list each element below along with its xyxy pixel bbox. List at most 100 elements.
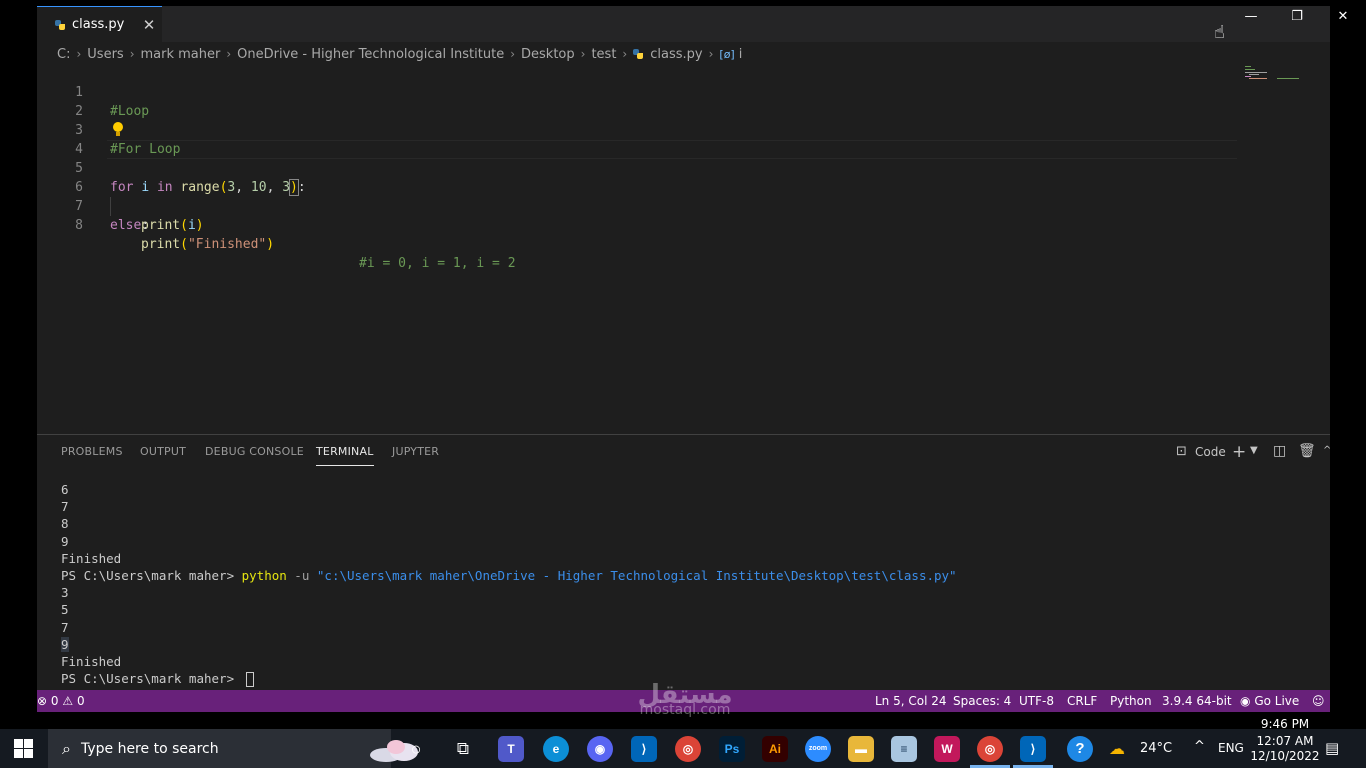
terminal-shell-label[interactable]: Code (1195, 445, 1226, 459)
terminal-line: 3 (61, 585, 69, 601)
close-button[interactable]: ✕ (1320, 6, 1366, 28)
comment: #i = 0, i = 1, i = 2 (359, 256, 516, 271)
clock[interactable]: 9:46 PM 12:07 AM 12/10/2022 (1250, 718, 1320, 763)
vscode-window: class.py ✕ C: › Users › mark maher › One… (37, 6, 1330, 712)
terminal-line: 5 (61, 602, 69, 618)
weather-icon[interactable]: ☁ (1109, 739, 1125, 758)
code-line: 7 else: (37, 178, 1237, 233)
input-language[interactable]: ENG (1218, 741, 1244, 755)
taskbar: ⌕ Type here to search ○ ⧉ T e ◉ ⟩ ◎ Ps A… (0, 718, 1366, 768)
notepad-icon[interactable]: ≡ (891, 736, 917, 762)
chevron-up-icon[interactable]: ^ (1323, 445, 1330, 456)
chevron-right-icon: › (510, 47, 516, 61)
chevron-right-icon: › (708, 47, 714, 61)
terminal-path: "c:\Users\mark maher\OneDrive - Higher T… (316, 567, 957, 583)
file-explorer-icon[interactable]: ▬ (848, 736, 874, 762)
breadcrumb-drive[interactable]: C: (57, 47, 70, 62)
warning-icon: ⚠ (62, 694, 74, 708)
edge-icon[interactable]: e (543, 736, 569, 762)
terminal-prompt: PS C:\Users\mark maher> (61, 671, 242, 687)
code-line: 3 #For Loop (37, 102, 1237, 157)
feedback-icon[interactable]: ☺ (1312, 694, 1325, 708)
breadcrumb-desktop[interactable]: Desktop (521, 47, 575, 62)
maximize-button[interactable]: ❐ (1274, 6, 1320, 28)
language-mode[interactable]: Python (1110, 694, 1152, 708)
indentation[interactable]: Spaces: 4 (953, 694, 1011, 708)
breadcrumb-users[interactable]: Users (87, 47, 123, 62)
terminal-line: Finished (61, 550, 122, 566)
cortana-icon[interactable]: ○ (403, 736, 429, 762)
cursor-position[interactable]: Ln 5, Col 24 (875, 694, 947, 708)
chevron-down-icon[interactable]: ▼ (1250, 445, 1258, 456)
breadcrumb-symbol[interactable]: i (739, 47, 743, 62)
clock-time: 9:46 PM (1260, 717, 1310, 731)
split-terminal-icon[interactable]: ◫ (1273, 443, 1286, 459)
search-placeholder: Type here to search (80, 740, 219, 757)
terminal-line: 8 (61, 516, 69, 532)
vscode-active-icon[interactable]: ⟩ (1020, 736, 1046, 762)
code-line: 8 print("Finished") #i = 0, i = 1, i = 2 (37, 197, 1237, 271)
tab-bar: class.py ✕ (37, 6, 1330, 42)
tab-class-py[interactable]: class.py ✕ (37, 6, 162, 42)
task-view-icon[interactable]: ⧉ (450, 736, 476, 762)
app-pink-icon[interactable]: W (934, 736, 960, 762)
line-number: 8 (75, 218, 83, 233)
print-call: print(i) (141, 218, 204, 233)
help-icon[interactable]: ? (1067, 736, 1093, 762)
line-endings[interactable]: CRLF (1067, 694, 1097, 708)
python-file-icon (55, 19, 65, 30)
chevron-right-icon: › (622, 47, 628, 61)
breadcrumb-test[interactable]: test (591, 47, 616, 62)
watermark-latin: mostaql.com (639, 702, 731, 718)
encoding[interactable]: UTF-8 (1019, 694, 1054, 708)
discord-icon[interactable]: ◉ (587, 736, 613, 762)
terminal-line: Finished (61, 653, 122, 669)
clock-date: 12/10/2022 (1250, 749, 1320, 763)
vscode-icon[interactable]: ⟩ (631, 736, 657, 762)
tab-debug-console[interactable]: DEBUG CONSOLE (205, 445, 304, 458)
breadcrumb-file[interactable]: class.py (650, 47, 702, 62)
illustrator-icon[interactable]: Ai (762, 736, 788, 762)
minimize-button[interactable]: — (1228, 6, 1274, 28)
windows-start-icon[interactable] (14, 739, 34, 759)
variable-symbol-icon: [ø] (719, 47, 735, 61)
tab-terminal[interactable]: TERMINAL (316, 445, 374, 466)
terminal-command-line: PS C:\Users\mark maher> python -u "c:\Us… (61, 567, 957, 584)
tab-filename: class.py (72, 17, 125, 32)
tab-jupyter[interactable]: JUPYTER (392, 445, 439, 458)
breadcrumb-user[interactable]: mark maher (141, 47, 221, 62)
tab-output[interactable]: OUTPUT (140, 445, 186, 458)
python-interpreter[interactable]: 3.9.4 64-bit (1162, 694, 1232, 708)
code-line: 1 #Loop (37, 64, 1237, 119)
code-line: 4 (37, 121, 1237, 157)
terminal-prompt: PS C:\Users\mark maher> (61, 567, 242, 583)
terminal-output[interactable]: 6 7 8 9 Finished PS C:\Users\mark maher>… (61, 481, 957, 688)
notification-icon[interactable]: ▤ (1325, 739, 1339, 757)
chevron-right-icon: › (76, 47, 82, 61)
python-file-icon (633, 49, 644, 59)
lightbulb-icon[interactable] (112, 122, 124, 138)
tab-problems[interactable]: PROBLEMS (61, 445, 123, 458)
terminal-cursor (245, 672, 254, 688)
chrome-icon[interactable]: ◎ (675, 736, 701, 762)
watermark: مستقل mostaql.com (600, 680, 770, 718)
weather-temp[interactable]: 24°C (1140, 741, 1172, 756)
zoom-icon[interactable]: zoom (805, 736, 831, 762)
go-live-button[interactable]: ◉ Go Live (1240, 694, 1299, 708)
code-editor[interactable]: 1 #Loop 2 3 #For Loop 4 5 for i in range… (37, 64, 1247, 434)
problems-status[interactable]: ⊗ 0 ⚠ 0 (37, 694, 85, 708)
minimap[interactable] (1245, 64, 1330, 104)
terminal-cmd: python (241, 567, 287, 583)
chevron-up-icon[interactable]: ^ (1194, 739, 1205, 754)
tab-close-icon[interactable]: ✕ (140, 15, 158, 35)
new-terminal-icon[interactable]: + (1232, 442, 1246, 462)
breadcrumb-onedrive[interactable]: OneDrive - Higher Technological Institut… (237, 47, 504, 62)
terminal-shell-icon[interactable]: ⊡ (1176, 444, 1187, 459)
taskbar-search[interactable]: ⌕ Type here to search (48, 729, 418, 768)
teams-icon[interactable]: T (498, 736, 524, 762)
trash-icon[interactable]: 🗑 (1298, 443, 1316, 459)
terminal-line: 7 (61, 619, 69, 635)
chrome-profile-icon[interactable]: ◎ (977, 736, 1003, 762)
photoshop-icon[interactable]: Ps (719, 736, 745, 762)
terminal-flag: -u (286, 567, 317, 583)
